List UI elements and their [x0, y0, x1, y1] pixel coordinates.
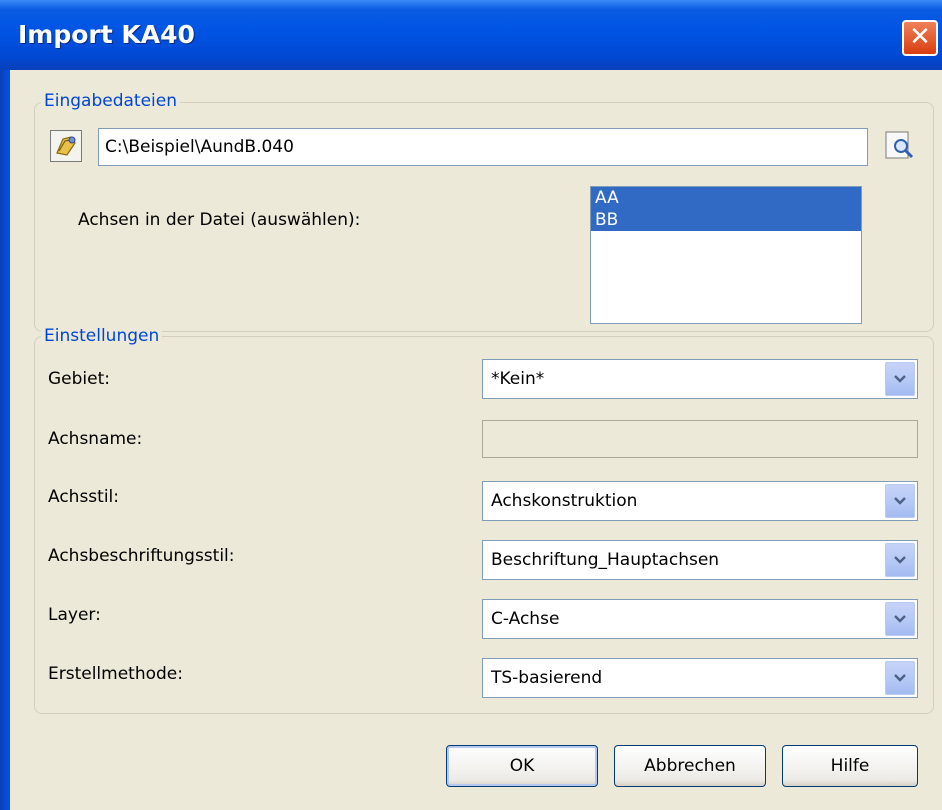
- list-item[interactable]: AA: [591, 187, 861, 209]
- achsstil-label: Achsstil:: [48, 487, 120, 507]
- axes-listbox[interactable]: AA BB: [590, 186, 862, 324]
- layer-dropdown[interactable]: C-Achse: [482, 599, 918, 639]
- input-files-legend: Eingabedateien: [41, 91, 180, 111]
- settings-legend: Einstellungen: [41, 326, 163, 346]
- ok-button[interactable]: OK: [446, 745, 598, 787]
- dropdown-arrow[interactable]: [885, 661, 915, 695]
- browse-magnifier-icon: [885, 131, 914, 159]
- dropdown-arrow[interactable]: [885, 362, 915, 396]
- achsname-field[interactable]: [482, 420, 918, 458]
- axes-in-file-label: Achsen in der Datei (auswählen):: [78, 210, 361, 230]
- import-dialog: Import KA40 ✕ Eingabedateien C:\Beispiel…: [0, 0, 942, 810]
- layer-value: C-Achse: [491, 609, 560, 629]
- dropdown-arrow[interactable]: [885, 484, 915, 518]
- chevron-down-icon: [894, 497, 906, 505]
- dropdown-arrow[interactable]: [885, 602, 915, 636]
- chevron-down-icon: [894, 556, 906, 564]
- layer-label: Layer:: [48, 605, 101, 625]
- gebiet-value: *Kein*: [491, 369, 545, 389]
- beschriftungsstil-label: Achsbeschriftungsstil:: [48, 546, 235, 566]
- file-path-field[interactable]: C:\Beispiel\AundB.040: [98, 128, 868, 166]
- beschriftungsstil-value: Beschriftung_Hauptachsen: [491, 550, 720, 570]
- window-left-border: [0, 70, 10, 810]
- close-icon: ✕: [909, 22, 931, 52]
- help-button[interactable]: Hilfe: [782, 745, 918, 787]
- close-button[interactable]: ✕: [902, 20, 938, 56]
- title-bar[interactable]: Import KA40 ✕: [0, 0, 942, 70]
- gebiet-dropdown[interactable]: *Kein*: [482, 359, 918, 399]
- erstellmethode-value: TS-basierend: [491, 668, 603, 688]
- list-item[interactable]: BB: [591, 209, 861, 231]
- achsstil-dropdown[interactable]: Achskonstruktion: [482, 481, 918, 521]
- achsstil-value: Achskonstruktion: [491, 491, 638, 511]
- dropdown-arrow[interactable]: [885, 543, 915, 577]
- file-path-value: C:\Beispiel\AundB.040: [105, 137, 294, 157]
- chevron-down-icon: [894, 615, 906, 623]
- open-file-button[interactable]: [50, 130, 82, 162]
- chevron-down-icon: [894, 375, 906, 383]
- beschriftungsstil-dropdown[interactable]: Beschriftung_Hauptachsen: [482, 540, 918, 580]
- cancel-button[interactable]: Abbrechen: [614, 745, 766, 787]
- erstellmethode-label: Erstellmethode:: [48, 664, 183, 684]
- chevron-down-icon: [894, 674, 906, 682]
- erstellmethode-dropdown[interactable]: TS-basierend: [482, 658, 918, 698]
- achsname-label: Achsname:: [48, 429, 143, 449]
- browse-button[interactable]: [884, 130, 916, 162]
- window-title: Import KA40: [18, 20, 195, 49]
- dialog-client-area: Eingabedateien C:\Beispiel\AundB.040 Ach…: [10, 70, 942, 810]
- gebiet-label: Gebiet:: [48, 369, 110, 389]
- open-file-icon: [56, 136, 76, 156]
